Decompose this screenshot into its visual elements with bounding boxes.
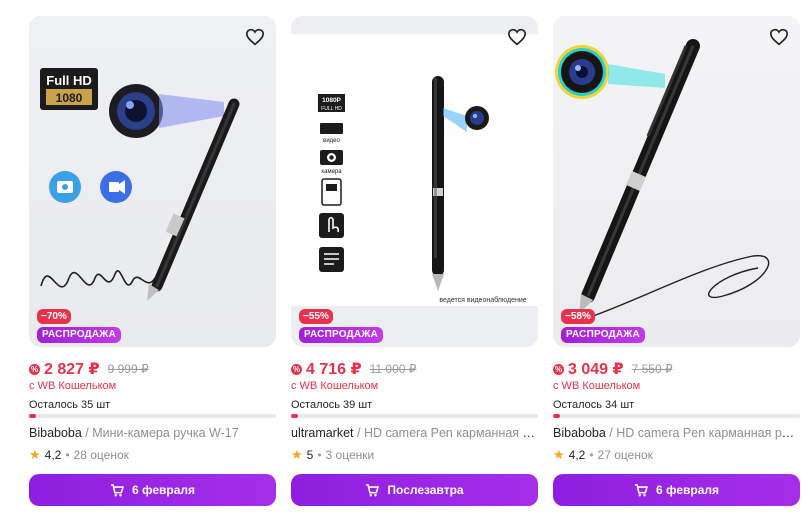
product-card[interactable]: Full HD 1080 −70% РАСПРОДАЖА % 2 827 ₽ 9… <box>29 16 276 506</box>
reviews-count: 27 оценок <box>597 448 653 462</box>
stock-bar-fill <box>553 414 561 418</box>
wallet-note: с WB Кошельком <box>29 380 117 392</box>
product-title[interactable]: ultramarket / HD camera Pen карманная ка… <box>291 426 538 440</box>
sale-badge: РАСПРОДАЖА <box>299 327 383 343</box>
rating-dot: • <box>589 448 594 462</box>
stock-bar <box>29 414 276 418</box>
product-card[interactable]: −58% РАСПРОДАЖА % 3 049 ₽ 7 550 ₽ с WB К… <box>553 16 800 506</box>
stock-bar-fill <box>291 414 299 418</box>
image-label-1080p: 1080P <box>322 97 341 104</box>
image-label-camera: камера <box>321 169 342 175</box>
price: 2 827 ₽ <box>44 361 100 378</box>
star-icon: ★ <box>291 447 303 462</box>
rating-dot: • <box>65 448 70 462</box>
button-label: 6 февраля <box>131 483 196 497</box>
add-to-cart-button[interactable]: 6 февраля <box>553 474 800 506</box>
old-price: 9 999 ₽ <box>107 362 149 376</box>
star-icon: ★ <box>29 447 41 462</box>
old-price: 11 000 ₽ <box>369 362 417 376</box>
product-card[interactable]: 1080P FULL HD видео камера ведется видео… <box>291 16 538 506</box>
product-photo <box>555 39 770 317</box>
reviews-count: 28 оценок <box>73 448 129 462</box>
discount-badge: −70% <box>37 309 71 324</box>
price-row: % 3 049 ₽ 7 550 ₽ <box>553 359 673 379</box>
rating-value: 5 <box>306 448 314 462</box>
rating-row: ★ 4,2 • 28 оценок <box>29 447 129 463</box>
product-title[interactable]: Bibaboba / Мини-камера ручка W-17 <box>29 426 276 440</box>
favorite-button[interactable] <box>766 24 792 50</box>
cart-icon <box>365 483 380 497</box>
rating-row: ★ 5 • 3 оценки <box>291 447 374 463</box>
wb-discount-icon: % <box>291 363 302 375</box>
stock-text: Осталось 39 шт <box>291 399 373 411</box>
add-to-cart-button[interactable]: Послезавтра <box>291 474 538 506</box>
badges: −55% РАСПРОДАЖА <box>299 306 383 343</box>
heart-outline-icon <box>769 28 789 46</box>
price: 3 049 ₽ <box>568 361 624 378</box>
price-row: % 4 716 ₽ 11 000 ₽ <box>291 359 416 379</box>
add-to-cart-button[interactable]: 6 февраля <box>29 474 276 506</box>
stock-text: Осталось 34 шт <box>553 399 635 411</box>
image-label-video: видео <box>323 138 340 144</box>
reviews-count: 3 оценки <box>325 448 375 462</box>
wb-discount-icon: % <box>29 363 40 375</box>
sale-badge: РАСПРОДАЖА <box>37 327 121 343</box>
brand: ultramarket <box>291 426 354 440</box>
cart-icon <box>634 483 648 497</box>
image-label-fullhd: Full HD <box>46 73 92 88</box>
badges: −70% РАСПРОДАЖА <box>37 306 121 343</box>
heart-outline-icon <box>245 28 265 46</box>
old-price: 7 550 ₽ <box>631 362 673 376</box>
cart-icon <box>110 483 124 497</box>
rating-value: 4,2 <box>44 448 62 462</box>
price: 4 716 ₽ <box>306 361 362 378</box>
favorite-button[interactable] <box>504 24 530 50</box>
image-label-fullhd: FULL HD <box>321 106 342 112</box>
rating-value: 4,2 <box>568 448 586 462</box>
title-separator: / <box>605 426 617 440</box>
button-label: Послезавтра <box>387 483 464 497</box>
title-separator: / <box>81 426 93 440</box>
price-row: % 2 827 ₽ 9 999 ₽ <box>29 359 149 379</box>
stock-bar <box>553 414 800 418</box>
product-image[interactable]: −58% РАСПРОДАЖА <box>553 16 800 347</box>
rating-dot: • <box>317 448 322 462</box>
product-image[interactable]: Full HD 1080 −70% РАСПРОДАЖА <box>29 16 276 347</box>
discount-badge: −58% <box>561 309 595 324</box>
product-photo: Full HD 1080 <box>40 68 240 301</box>
favorite-button[interactable] <box>242 24 268 50</box>
stock-bar-fill <box>29 414 37 418</box>
product-name: HD camera Pen карманная камера <box>363 426 538 440</box>
brand: Bibaboba <box>553 426 606 440</box>
button-label: 6 февраля <box>655 483 720 497</box>
badges: −58% РАСПРОДАЖА <box>561 306 645 343</box>
star-icon: ★ <box>553 447 565 462</box>
image-caption: ведется видеонаблюдение <box>439 296 526 304</box>
wb-discount-icon: % <box>553 363 564 375</box>
sale-badge: РАСПРОДАЖА <box>561 327 645 343</box>
heart-outline-icon <box>507 28 527 46</box>
stock-text: Осталось 35 шт <box>29 399 111 411</box>
rating-row: ★ 4,2 • 27 оценок <box>553 447 653 463</box>
wallet-note: с WB Кошельком <box>553 380 641 392</box>
product-title[interactable]: Bibaboba / HD camera Pen карманная ручка <box>553 426 800 440</box>
brand: Bibaboba <box>29 426 82 440</box>
product-image[interactable]: 1080P FULL HD видео камера ведется видео… <box>291 16 538 347</box>
product-photo: 1080P FULL HD видео камера ведется видео… <box>318 76 527 304</box>
title-separator: / <box>353 426 364 440</box>
discount-badge: −55% <box>299 309 333 324</box>
product-name: HD camera Pen карманная ручка <box>616 426 800 440</box>
wallet-note: с WB Кошельком <box>291 380 379 392</box>
product-name: Мини-камера ручка W-17 <box>92 426 239 440</box>
stock-bar <box>291 414 538 418</box>
image-label-1080: 1080 <box>56 91 83 105</box>
